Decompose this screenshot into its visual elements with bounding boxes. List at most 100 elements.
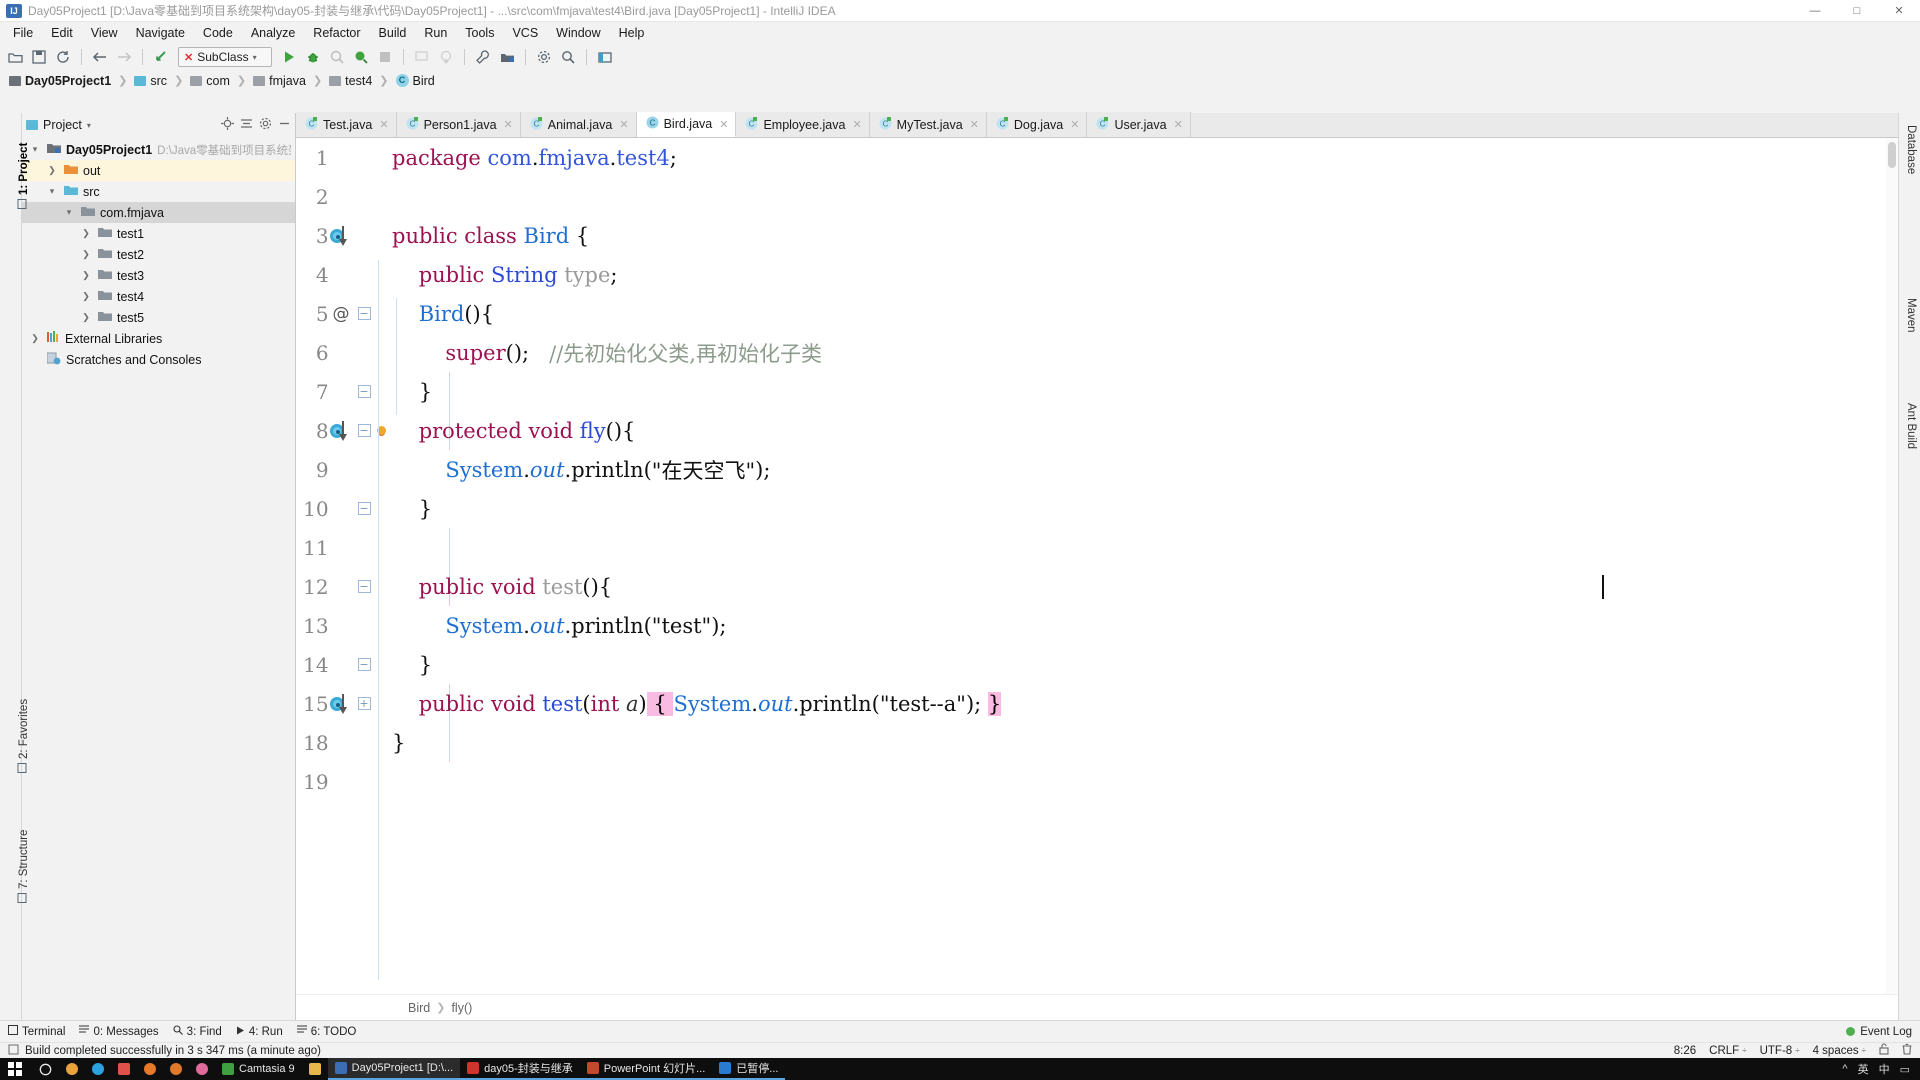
tree-expand-arrow[interactable]: ❯ bbox=[28, 333, 42, 344]
fold-toggle-icon[interactable]: − bbox=[357, 658, 371, 671]
tree-expand-arrow[interactable]: ❯ bbox=[79, 270, 93, 281]
search-everywhere-icon[interactable] bbox=[557, 46, 579, 68]
collapse-all-icon[interactable] bbox=[240, 117, 253, 133]
close-icon[interactable]: ✕ bbox=[852, 118, 861, 131]
code-fold-control[interactable]: − bbox=[354, 307, 375, 320]
close-icon[interactable]: ✕ bbox=[970, 118, 979, 131]
wrench-icon[interactable] bbox=[472, 46, 494, 68]
left-rail-tab-0[interactable]: 1: Project bbox=[17, 143, 30, 209]
taskbar-app-1[interactable] bbox=[302, 1058, 328, 1080]
tree-expand-arrow[interactable]: ▾ bbox=[28, 144, 42, 155]
editor-footer-crumb-0[interactable]: Bird bbox=[408, 1001, 430, 1015]
tree-expand-arrow[interactable]: ❯ bbox=[79, 312, 93, 323]
tray-item-1[interactable]: 英 bbox=[1858, 1061, 1869, 1077]
taskbar-pinned-1[interactable] bbox=[85, 1058, 111, 1080]
run-configuration-selector[interactable]: ✕ SubClass ▾ bbox=[178, 47, 272, 67]
unlock-icon[interactable] bbox=[1879, 1043, 1889, 1058]
override-marker-icon[interactable]: @ bbox=[333, 304, 350, 324]
gutter-marker[interactable] bbox=[329, 225, 354, 246]
right-rail-tab-0[interactable]: Database bbox=[1905, 125, 1917, 174]
tree-expand-arrow[interactable]: ❯ bbox=[79, 291, 93, 302]
gutter-marker[interactable]: @ bbox=[329, 304, 354, 324]
taskbar-app-5[interactable]: 已暂停... bbox=[712, 1058, 786, 1080]
tray-item-2[interactable]: 中 bbox=[1879, 1061, 1890, 1077]
close-icon[interactable]: ✕ bbox=[1174, 118, 1183, 131]
tree-row-com-fmjava[interactable]: ▾ com.fmjava bbox=[22, 202, 295, 223]
tree-expand-arrow[interactable]: ❯ bbox=[79, 228, 93, 239]
locate-icon[interactable] bbox=[221, 117, 234, 133]
editor-tab-person1-java[interactable]: C Person1.java ✕ bbox=[396, 112, 521, 137]
gutter-line-3[interactable]: 3 bbox=[296, 216, 392, 255]
fold-toggle-icon[interactable]: − bbox=[357, 580, 371, 593]
update-icon[interactable] bbox=[435, 46, 457, 68]
run-line-marker-icon[interactable] bbox=[330, 693, 352, 714]
run-line-marker-icon[interactable] bbox=[330, 420, 352, 441]
taskbar-pinned-3[interactable] bbox=[137, 1058, 163, 1080]
close-icon[interactable]: ✕ bbox=[1070, 118, 1079, 131]
tree-expand-arrow[interactable]: ❯ bbox=[79, 249, 93, 260]
tree-expand-arrow[interactable]: ▾ bbox=[62, 207, 76, 218]
sync-icon[interactable] bbox=[52, 46, 74, 68]
left-rail-tab-1[interactable]: 2: Favorites bbox=[17, 699, 30, 773]
tree-row-scratches-and-consoles[interactable]: Scratches and Consoles bbox=[22, 349, 295, 370]
taskbar-pinned-5[interactable] bbox=[189, 1058, 215, 1080]
right-rail-tab-2[interactable]: Ant Build bbox=[1905, 403, 1917, 449]
run-line-marker-icon[interactable] bbox=[330, 225, 352, 246]
right-rail-tab-1[interactable]: Maven bbox=[1905, 298, 1917, 333]
line-separator[interactable]: CRLF ÷ bbox=[1709, 1045, 1746, 1057]
fold-toggle-icon[interactable]: + bbox=[357, 697, 371, 710]
editor-tab-test-java[interactable]: C Test.java ✕ bbox=[296, 112, 397, 137]
editor-gutter[interactable]: 1 2 3 4 5 @ −6 7−8−9 10−11 12−13 14−15 +18 19 bbox=[296, 138, 392, 994]
breadcrumb-item-day05project1[interactable]: Day05Project1 bbox=[6, 74, 114, 88]
fold-toggle-icon[interactable]: − bbox=[357, 385, 371, 398]
menu-item-window[interactable]: Window bbox=[547, 24, 609, 42]
save-all-icon[interactable] bbox=[28, 46, 50, 68]
tree-row-out[interactable]: ❯ out bbox=[22, 160, 295, 181]
profile-icon[interactable] bbox=[350, 46, 372, 68]
gutter-marker[interactable] bbox=[329, 693, 354, 714]
menu-item-refactor[interactable]: Refactor bbox=[304, 24, 369, 42]
editor-tab-employee-java[interactable]: C Employee.java ✕ bbox=[736, 112, 870, 137]
code-area[interactable]: package com. fmjava. test4; public class B… bbox=[392, 138, 1898, 994]
tray-item-3[interactable]: ▭ bbox=[1900, 1063, 1910, 1076]
tool-window-button-3--find[interactable]: 3: Find bbox=[173, 1025, 222, 1038]
tree-row-external-libraries[interactable]: ❯ External Libraries bbox=[22, 328, 295, 349]
menu-item-view[interactable]: View bbox=[82, 24, 127, 42]
gutter-line-1[interactable]: 1 bbox=[296, 138, 392, 177]
run-icon[interactable] bbox=[278, 46, 300, 68]
tree-row-src[interactable]: ▾ src bbox=[22, 181, 295, 202]
minimize-button[interactable]: — bbox=[1794, 0, 1836, 22]
layout-icon[interactable] bbox=[594, 46, 616, 68]
taskbar-pinned-4[interactable] bbox=[163, 1058, 189, 1080]
close-icon[interactable]: ✕ bbox=[619, 118, 628, 131]
chevron-down-icon[interactable]: ▾ bbox=[87, 121, 91, 130]
close-icon[interactable]: ✕ bbox=[504, 118, 513, 131]
tree-row-test1[interactable]: ❯ test1 bbox=[22, 223, 295, 244]
menu-item-run[interactable]: Run bbox=[415, 24, 456, 42]
menu-item-file[interactable]: File bbox=[4, 24, 42, 42]
editor-tab-animal-java[interactable]: C Animal.java ✕ bbox=[520, 112, 637, 137]
intention-bulb-slot[interactable] bbox=[375, 426, 388, 435]
breadcrumb-item-bird[interactable]: C Bird bbox=[393, 74, 438, 88]
tree-expand-arrow[interactable]: ❯ bbox=[45, 165, 59, 176]
tool-window-button-0--messages[interactable]: 0: Messages bbox=[79, 1025, 159, 1038]
back-icon[interactable] bbox=[89, 46, 111, 68]
editor-footer-crumb-1[interactable]: fly() bbox=[451, 1001, 472, 1015]
menu-item-tools[interactable]: Tools bbox=[456, 24, 503, 42]
project-structure-icon[interactable] bbox=[496, 46, 518, 68]
debug-icon[interactable] bbox=[302, 46, 324, 68]
tree-row-test2[interactable]: ❯ test2 bbox=[22, 244, 295, 265]
code-fold-control[interactable]: − bbox=[354, 424, 375, 437]
menu-item-analyze[interactable]: Analyze bbox=[242, 24, 304, 42]
taskbar-app-3[interactable]: day05-封装与继承 bbox=[460, 1058, 580, 1080]
tray-item-0[interactable]: ^ bbox=[1842, 1063, 1847, 1075]
tool-window-button-terminal[interactable]: Terminal bbox=[8, 1025, 65, 1038]
menu-item-edit[interactable]: Edit bbox=[42, 24, 82, 42]
fold-toggle-icon[interactable]: − bbox=[357, 424, 371, 437]
file-encoding[interactable]: UTF-8 ÷ bbox=[1760, 1045, 1800, 1057]
windows-start-button[interactable] bbox=[8, 1062, 22, 1076]
flash-icon[interactable] bbox=[150, 46, 172, 68]
editor-tab-dog-java[interactable]: C Dog.java ✕ bbox=[986, 112, 1088, 137]
taskbar-app-2[interactable]: Day05Project1 [D:\... bbox=[327, 1058, 461, 1080]
breadcrumb-item-fmjava[interactable]: fmjava bbox=[250, 74, 309, 88]
